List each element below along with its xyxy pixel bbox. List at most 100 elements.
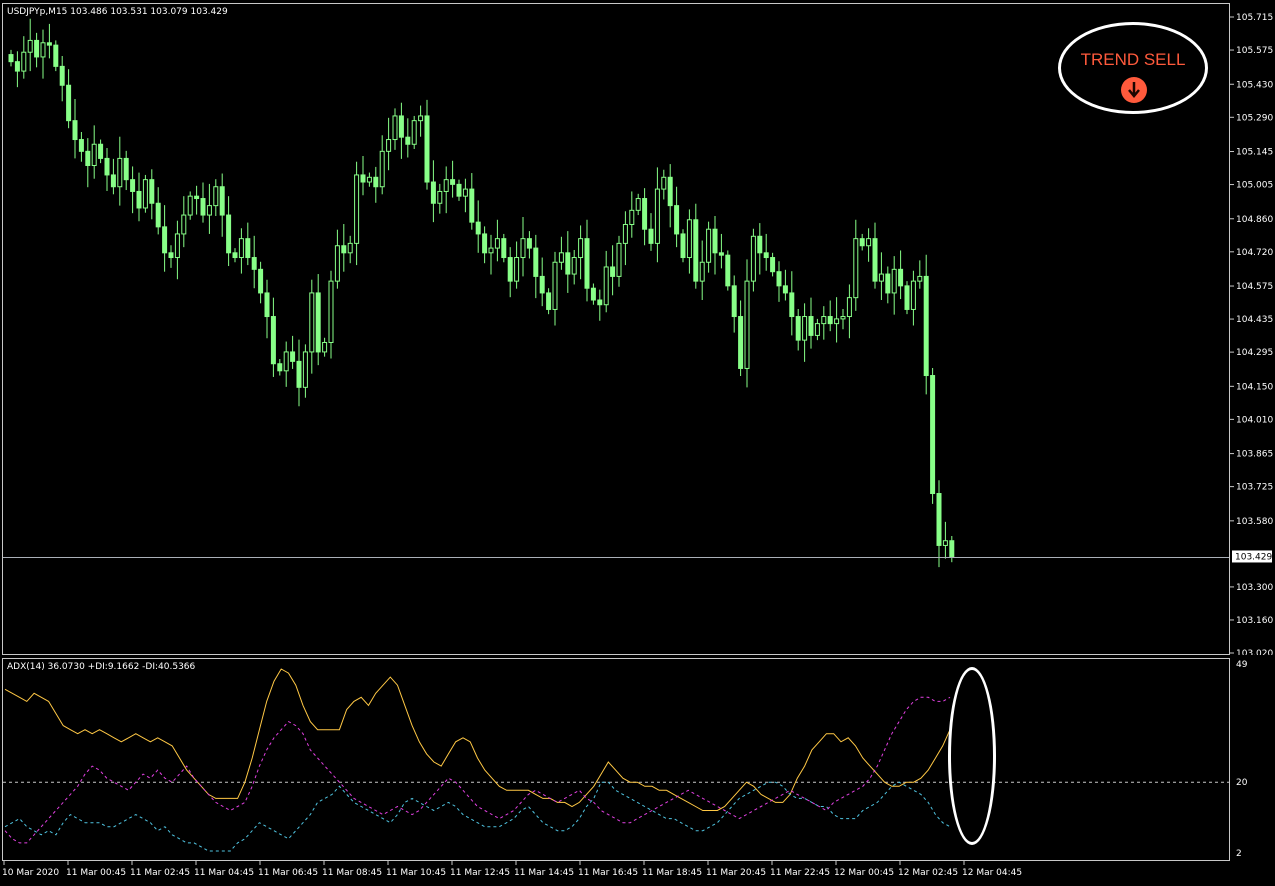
candle (430, 160, 436, 223)
candle (846, 284, 852, 339)
candle (354, 161, 360, 266)
price-axis-label: 104.295 (1236, 348, 1273, 358)
candle (578, 225, 584, 280)
candle (699, 240, 705, 301)
candle (226, 196, 232, 267)
candle (654, 167, 660, 263)
candle (674, 186, 680, 248)
candle (552, 251, 558, 326)
candle (904, 281, 910, 315)
candle (168, 245, 174, 268)
candle (347, 235, 353, 264)
highlight-ellipse (948, 667, 996, 845)
candle (238, 228, 244, 274)
price-axis-label: 105.005 (1236, 181, 1273, 191)
candle (322, 337, 328, 357)
trend-sell-label: TREND SELL (1080, 50, 1186, 69)
candle (437, 183, 443, 214)
candle (450, 160, 456, 198)
candle (942, 521, 948, 559)
candle (398, 102, 404, 159)
price-chart-svg[interactable] (3, 4, 1229, 654)
candle (443, 166, 449, 214)
price-axis-label: 103.160 (1236, 616, 1273, 626)
price-axis-label: 105.715 (1236, 13, 1273, 23)
time-axis-label: 11 Mar 02:45 (130, 868, 190, 878)
candle (174, 220, 180, 280)
adx-chart-svg[interactable] (3, 659, 1229, 860)
candle (117, 136, 123, 206)
candle (802, 303, 808, 362)
candle (162, 205, 168, 272)
candle (59, 55, 65, 102)
candle (315, 274, 321, 366)
candle (648, 213, 654, 251)
time-axis-label: 11 Mar 10:45 (386, 868, 446, 878)
candle (110, 158, 116, 195)
indicator-axis-label: 20 (1236, 778, 1248, 788)
time-axis-label: 11 Mar 22:45 (770, 868, 830, 878)
time-axis-label: 11 Mar 14:45 (514, 868, 574, 878)
candle (795, 308, 801, 351)
candle (8, 49, 14, 67)
adx-line (4, 668, 951, 811)
down-arrow-circle-icon (1121, 77, 1147, 103)
candle (270, 297, 276, 377)
candle (533, 234, 539, 299)
candle (898, 250, 904, 300)
time-axis-label: 12 Mar 02:45 (898, 868, 958, 878)
candle (360, 156, 366, 196)
candle (603, 250, 609, 313)
candle (738, 300, 744, 377)
candle (456, 179, 462, 201)
time-axis-label: 10 Mar 2020 (2, 868, 59, 878)
candle (616, 235, 622, 287)
candle (104, 148, 110, 191)
price-axis-label: 104.435 (1236, 315, 1273, 325)
time-axis-label: 11 Mar 20:45 (706, 868, 766, 878)
candle (827, 300, 833, 332)
time-axis-label: 12 Mar 00:45 (834, 868, 894, 878)
price-axis-label: 103.020 (1236, 649, 1273, 655)
candle (808, 297, 814, 349)
candle (136, 172, 142, 222)
candle (949, 536, 955, 563)
price-axis-label: 103.865 (1236, 450, 1273, 460)
candle (821, 306, 827, 340)
candle (392, 108, 398, 150)
candle (718, 233, 724, 269)
candle (85, 138, 91, 188)
candle (597, 289, 603, 321)
candle (21, 36, 27, 79)
price-axis-label: 103.580 (1236, 517, 1273, 527)
candle (667, 164, 673, 228)
candle (539, 257, 545, 307)
time-axis-label: 11 Mar 16:45 (578, 868, 638, 878)
time-axis-label: 11 Mar 18:45 (642, 868, 702, 878)
time-axis-label: 11 Mar 12:45 (450, 868, 510, 878)
candle (680, 229, 686, 263)
candle (789, 271, 795, 336)
candle (610, 245, 616, 296)
candle (917, 260, 923, 289)
candle (302, 344, 308, 398)
candle (859, 233, 865, 251)
candle (866, 228, 872, 262)
price-chart-pane[interactable]: USDJPYp,M15 103.486 103.531 103.079 103.… (2, 3, 1230, 655)
time-axis-label: 11 Mar 04:45 (194, 868, 254, 878)
candle (258, 261, 264, 304)
candle (482, 226, 488, 264)
candle (91, 125, 97, 179)
adx-indicator-pane[interactable]: ADX(14) 36.0730 +DI:9.1662 -DI:40.5366 (2, 658, 1230, 861)
candle (14, 51, 20, 88)
plus-di-line (4, 781, 951, 852)
candle (123, 150, 129, 191)
candle (584, 219, 590, 302)
candle (814, 318, 820, 341)
price-axis-label: 105.430 (1236, 80, 1273, 90)
candle (706, 221, 712, 273)
candle (194, 185, 200, 215)
candle (219, 173, 225, 237)
candle (526, 231, 532, 259)
candle (149, 169, 155, 220)
